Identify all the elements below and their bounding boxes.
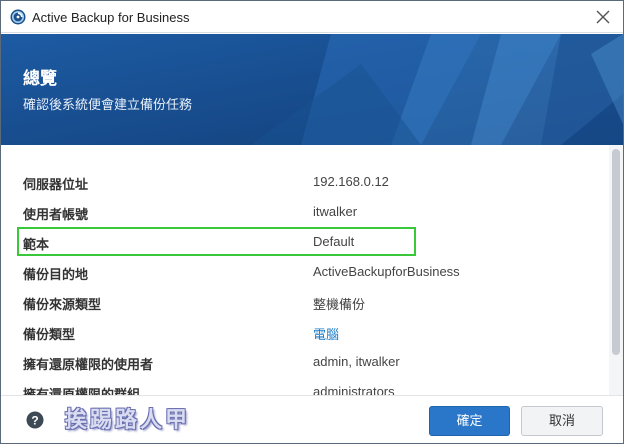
- banner-title: 總覽: [23, 69, 57, 88]
- summary-row-restore-groups: 擁有還原權限的群組 administrators: [1, 376, 607, 395]
- dialog-footer: ? 挨踢路人甲 確定 取消: [1, 395, 623, 443]
- template-row-highlight: [17, 227, 416, 256]
- scrollbar-thumb[interactable]: [612, 149, 620, 355]
- title-bar: Active Backup for Business: [1, 1, 623, 33]
- row-value: ActiveBackupforBusiness: [313, 264, 460, 279]
- row-value: 192.168.0.12: [313, 174, 389, 189]
- row-value: admin, itwalker: [313, 354, 400, 369]
- row-label: 伺服器位址: [23, 177, 89, 192]
- close-icon[interactable]: [593, 7, 613, 27]
- summary-row-restore-users: 擁有還原權限的使用者 admin, itwalker: [1, 346, 607, 376]
- svg-text:?: ?: [31, 414, 38, 428]
- dialog-window: Active Backup for Business 總覽 確認後系統便會建立備…: [0, 0, 624, 444]
- row-label: 使用者帳號: [23, 207, 89, 222]
- watermark: 挨踢路人甲: [65, 407, 191, 433]
- row-label: 擁有還原權限的群組: [23, 387, 141, 395]
- help-icon[interactable]: ?: [25, 410, 45, 430]
- scrollbar[interactable]: [609, 145, 623, 395]
- header-banner: 總覽 確認後系統便會建立備份任務: [1, 34, 623, 145]
- row-label: 擁有還原權限的使用者: [23, 357, 154, 372]
- banner-subtitle: 確認後系統便會建立備份任務: [23, 97, 193, 112]
- summary-row-destination: 備份目的地 ActiveBackupforBusiness: [1, 256, 607, 286]
- window-title: Active Backup for Business: [32, 10, 190, 25]
- row-label: 備份來源類型: [23, 297, 102, 312]
- active-backup-icon: [10, 9, 26, 25]
- row-label: 備份目的地: [23, 267, 89, 282]
- row-value: administrators: [313, 384, 395, 395]
- summary-row-backup-type: 備份類型 電腦: [1, 316, 607, 346]
- cancel-button[interactable]: 取消: [521, 406, 603, 436]
- summary-row-server: 伺服器位址 192.168.0.12: [1, 166, 607, 196]
- summary-list: 伺服器位址 192.168.0.12 使用者帳號 itwalker 範本 Def…: [1, 145, 623, 395]
- confirm-button[interactable]: 確定: [429, 406, 510, 436]
- banner-background: [1, 34, 623, 145]
- backup-type-link[interactable]: 電腦: [313, 324, 339, 343]
- row-label: 備份類型: [23, 327, 76, 342]
- row-value: 整機備份: [313, 297, 366, 312]
- summary-row-username: 使用者帳號 itwalker: [1, 196, 607, 226]
- row-value: itwalker: [313, 204, 358, 219]
- summary-row-source-type: 備份來源類型 整機備份: [1, 286, 607, 316]
